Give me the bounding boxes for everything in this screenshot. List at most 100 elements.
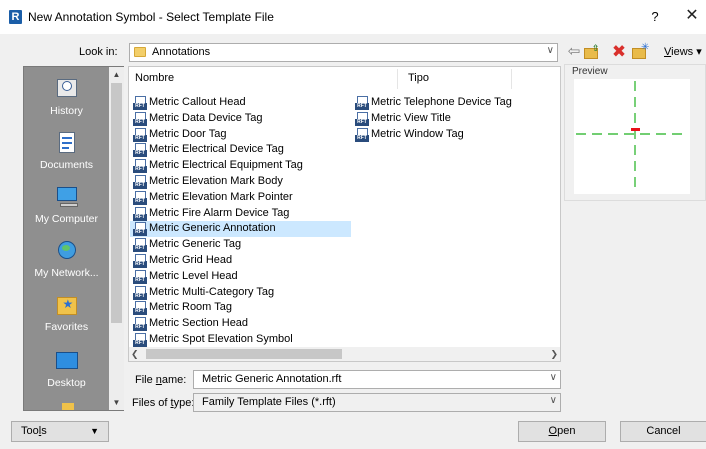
file-name: Metric Door Tag: [149, 127, 227, 140]
file-type-label: Files of type:: [132, 397, 195, 409]
file-type-value: Family Template Files (*.rft): [202, 396, 336, 408]
window-title: New Annotation Symbol - Select Template …: [28, 10, 274, 24]
preview-panel: Preview: [564, 64, 706, 201]
folder-icon: [134, 47, 146, 57]
file-list: Nombre Tipo RFT Metric Callout Head RFT Met…: [128, 66, 561, 362]
file-name: Metric Elevation Mark Body: [149, 175, 283, 187]
file-name: Metric Level Head: [149, 269, 238, 282]
rft-file-icon: RFT: [133, 127, 147, 142]
rft-file-icon: RFT: [133, 317, 147, 332]
close-button[interactable]: ✕: [682, 6, 702, 26]
file-list-item[interactable]: RFT Metric Generic Annotation: [130, 221, 351, 238]
place-label: My Computer: [34, 213, 98, 225]
favorites-icon: ★: [54, 293, 80, 317]
file-list-item[interactable]: RFT Metric View Title: [352, 111, 573, 127]
column-header: Nombre Tipo: [129, 67, 560, 91]
rft-file-icon: RFT: [133, 238, 147, 253]
preview-canvas: [574, 79, 690, 194]
revit-app-icon: R: [9, 10, 22, 24]
file-list-item[interactable]: RFT Metric Elevation Mark Pointer: [130, 190, 351, 206]
rft-file-icon: RFT: [133, 222, 147, 237]
scroll-thumb[interactable]: [111, 83, 122, 323]
file-name: Metric Callout Head: [149, 96, 246, 108]
file-list-item[interactable]: RFT Metric Window Tag: [352, 127, 573, 143]
file-name: Metric Grid Head: [149, 254, 233, 266]
back-arrow-icon[interactable]: ⇦: [566, 44, 582, 60]
file-name-input[interactable]: Metric Generic Annotation.rft ∨: [193, 370, 561, 389]
scroll-left-icon[interactable]: ❮: [131, 347, 143, 361]
file-name: Metric Generic Tag: [149, 238, 242, 251]
places-scrollbar[interactable]: ▲ ▼: [109, 67, 124, 410]
delete-icon[interactable]: ✖: [611, 43, 627, 61]
column-name-header[interactable]: Nombre: [135, 72, 174, 84]
rft-file-icon: RFT: [133, 159, 147, 174]
horizontal-scrollbar[interactable]: ❮ ❯: [129, 347, 560, 361]
place-desktop[interactable]: Desktop: [24, 349, 109, 389]
computer-icon: [54, 185, 80, 209]
file-name: Metric Data Device Tag: [149, 111, 263, 124]
column-divider[interactable]: [397, 69, 398, 89]
place-history[interactable]: History: [24, 77, 109, 117]
look-in-dropdown[interactable]: Annotations ∨: [129, 43, 558, 62]
file-list-item[interactable]: RFT Metric Level Head: [130, 269, 351, 285]
history-icon: [54, 77, 80, 101]
rft-file-icon: RFT: [133, 206, 147, 221]
file-list-item[interactable]: RFT Metric Electrical Equipment Tag: [130, 158, 351, 174]
place-my-computer[interactable]: My Computer: [24, 185, 109, 225]
file-name: Metric Electrical Equipment Tag: [149, 159, 303, 172]
file-list-item[interactable]: RFT Metric Section Head: [130, 316, 351, 332]
file-list-item[interactable]: RFT Metric Telephone Device Tag: [352, 95, 573, 111]
file-name: Metric Telephone Device Tag: [371, 96, 512, 108]
rft-file-icon: RFT: [133, 285, 147, 300]
rft-file-icon: RFT: [355, 111, 369, 126]
scroll-up-icon[interactable]: ▲: [109, 67, 124, 82]
scroll-thumb[interactable]: [146, 349, 342, 359]
file-list-item[interactable]: RFT Metric Fire Alarm Device Tag: [130, 206, 351, 222]
place-more[interactable]: [24, 401, 109, 410]
tools-button[interactable]: Tools ▼: [11, 421, 109, 442]
file-list-item[interactable]: RFT Metric Multi-Category Tag: [130, 285, 351, 301]
places-list: History Documents My Computer My Network…: [24, 67, 109, 410]
file-name: Metric Room Tag: [149, 301, 232, 314]
file-list-item[interactable]: RFT Metric Electrical Device Tag: [130, 142, 351, 158]
column-divider[interactable]: [511, 69, 512, 89]
file-name: Metric Electrical Device Tag: [149, 143, 284, 156]
file-name: Metric Elevation Mark Pointer: [149, 190, 293, 203]
place-my-network[interactable]: My Network...: [24, 239, 109, 279]
file-list-item[interactable]: RFT Metric Callout Head: [130, 95, 351, 111]
file-type-select[interactable]: Family Template Files (*.rft) ∨: [193, 393, 561, 412]
file-list-item[interactable]: RFT Metric Grid Head: [130, 253, 351, 269]
network-icon: [54, 239, 80, 263]
place-favorites[interactable]: ★ Favorites: [24, 293, 109, 333]
file-list-item[interactable]: RFT Metric Room Tag: [130, 300, 351, 316]
open-button[interactable]: Open: [518, 421, 606, 442]
file-name: Metric Section Head: [149, 317, 249, 330]
rft-file-icon: RFT: [133, 269, 147, 284]
file-name: Metric Generic Annotation: [149, 222, 276, 235]
file-list-item[interactable]: RFT Metric Data Device Tag: [130, 111, 351, 127]
up-one-level-icon[interactable]: ⇧: [584, 43, 600, 60]
file-name: Metric Fire Alarm Device Tag: [149, 206, 290, 219]
desktop-icon: [54, 349, 80, 373]
file-list-item[interactable]: RFT Metric Door Tag: [130, 127, 351, 143]
scroll-down-icon[interactable]: ▼: [109, 395, 124, 410]
cancel-button[interactable]: Cancel: [620, 421, 706, 442]
help-button[interactable]: ?: [645, 7, 665, 27]
scroll-right-icon[interactable]: ❯: [546, 347, 558, 361]
chevron-down-icon[interactable]: ∨: [550, 372, 557, 383]
file-list-item[interactable]: RFT Metric Generic Tag: [130, 237, 351, 253]
file-list-item[interactable]: RFT Metric Elevation Mark Body: [130, 174, 351, 190]
file-list-item[interactable]: RFT Metric Spot Elevation Symbol: [130, 332, 351, 348]
views-menu-button[interactable]: Views ▾: [664, 45, 702, 58]
column-type-header[interactable]: Tipo: [408, 72, 429, 84]
chevron-down-icon: ∨: [546, 45, 554, 56]
place-documents[interactable]: Documents: [24, 131, 109, 171]
preview-label: Preview: [572, 66, 608, 77]
file-name-label: File name:: [135, 374, 187, 386]
folder-icon: [54, 401, 80, 410]
rft-file-icon: RFT: [133, 175, 147, 189]
file-name: Metric Spot Elevation Symbol: [149, 333, 293, 345]
places-bar: History Documents My Computer My Network…: [23, 66, 124, 411]
new-folder-icon[interactable]: ✳: [632, 42, 649, 60]
caret-down-icon: ▼: [90, 426, 99, 436]
